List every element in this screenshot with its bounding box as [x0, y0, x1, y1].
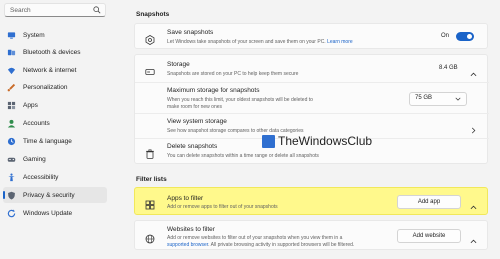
monitor-icon: [7, 31, 16, 40]
sidebar-item-label: Apps: [23, 101, 38, 109]
sidebar-item-label: Accessibility: [23, 173, 59, 181]
sidebar-item-windows-update[interactable]: Windows Update: [3, 205, 107, 221]
chevron-up-icon[interactable]: [470, 232, 477, 244]
max-storage-desc-1: When you reach this limit, your oldest s…: [167, 97, 313, 103]
supported-browser-link[interactable]: supported browser: [167, 242, 208, 248]
sidebar-item-bluetooth[interactable]: Bluetooth & devices: [3, 44, 107, 60]
divider: [135, 82, 489, 83]
websites-to-filter-desc-1: Add or remove websites to filter out of …: [167, 235, 343, 241]
watermark-text: TheWindowsClub: [278, 134, 373, 148]
storage-value: 8.4 GB: [439, 65, 458, 71]
search-input[interactable]: Search: [4, 3, 106, 17]
person-icon: [7, 119, 16, 128]
apps-to-filter-desc: Add or remove apps to filter out of your…: [167, 204, 278, 210]
sidebar-item-label: System: [23, 31, 45, 39]
sidebar: Search System Bluetooth & devices Networ…: [0, 0, 118, 259]
sidebar-item-label: Personalization: [23, 83, 68, 91]
bluetooth-icon: [7, 48, 16, 57]
view-system-storage-title[interactable]: View system storage: [167, 118, 227, 125]
max-storage-value: 75 GB: [415, 95, 433, 101]
globe-icon: [145, 231, 155, 244]
sidebar-item-privacy-security[interactable]: Privacy & security: [3, 187, 107, 203]
sidebar-item-label: Bluetooth & devices: [23, 48, 81, 56]
max-storage-desc-2: make room for new ones: [167, 104, 223, 110]
storage-icon: [145, 64, 155, 75]
sidebar-item-label: Windows Update: [23, 209, 73, 217]
accessibility-icon: [7, 173, 16, 182]
brush-icon: [7, 83, 16, 92]
delete-snapshots-desc: You can delete snapshots within a time r…: [167, 153, 319, 159]
storage-title: Storage: [167, 61, 190, 68]
sidebar-item-personalization[interactable]: Personalization: [3, 79, 107, 95]
sidebar-item-gaming[interactable]: Gaming: [3, 151, 107, 167]
main-content: Snapshots Save snapshots Let Windows tak…: [134, 0, 489, 259]
websites-to-filter-title: Websites to filter: [167, 226, 215, 233]
save-snapshots-toggle[interactable]: [456, 32, 474, 41]
websites-to-filter-desc-2: supported browser. All private browsing …: [167, 242, 355, 248]
chevron-right-icon[interactable]: [470, 121, 477, 134]
sidebar-item-apps[interactable]: Apps: [3, 97, 107, 113]
gamepad-icon: [7, 155, 16, 164]
snapshots-section-title: Snapshots: [136, 11, 170, 18]
websites-to-filter-card: Websites to filter Add or remove website…: [134, 220, 488, 250]
divider: [135, 113, 489, 114]
chevron-up-icon[interactable]: [470, 198, 477, 210]
sidebar-item-label: Time & language: [23, 137, 72, 145]
shield-icon: [7, 191, 16, 200]
search-placeholder: Search: [10, 7, 31, 14]
add-app-button[interactable]: Add app: [397, 195, 461, 209]
wifi-icon: [7, 66, 16, 75]
apps-to-filter-card: Apps to filter Add or remove apps to fil…: [134, 187, 488, 215]
delete-snapshots-title: Delete snapshots: [167, 143, 218, 150]
trash-icon: [145, 146, 155, 159]
sidebar-item-label: Accounts: [23, 119, 50, 127]
apps-to-filter-title: Apps to filter: [167, 195, 204, 202]
sidebar-item-accessibility[interactable]: Accessibility: [3, 169, 107, 185]
sidebar-item-system[interactable]: System: [3, 27, 107, 43]
toggle-label: On: [441, 33, 450, 39]
thewindowsclub-logo-icon: [262, 134, 275, 148]
globe-clock-icon: [7, 137, 16, 146]
save-snapshots-desc: Let Windows take snapshots of your scree…: [167, 39, 353, 45]
sync-icon: [7, 209, 16, 218]
apps-icon: [145, 197, 155, 210]
save-snapshots-card: Save snapshots Let Windows take snapshot…: [134, 23, 488, 49]
chevron-up-icon[interactable]: [470, 65, 477, 77]
add-website-button[interactable]: Add website: [397, 229, 461, 243]
filter-lists-section-title: Filter lists: [136, 176, 167, 183]
apps-icon: [7, 101, 16, 110]
sidebar-item-accounts[interactable]: Accounts: [3, 115, 107, 131]
watermark: TheWindowsClub: [262, 134, 372, 148]
sidebar-item-label: Gaming: [23, 155, 46, 163]
snapshot-icon: [145, 32, 155, 45]
storage-desc: Snapshots are stored on your PC to help …: [167, 71, 299, 77]
save-snapshots-title: Save snapshots: [167, 29, 214, 36]
search-icon: [93, 6, 101, 16]
max-storage-title: Maximum storage for snapshots: [167, 87, 260, 94]
learn-more-link[interactable]: Learn more: [327, 39, 353, 45]
chevron-down-icon: [455, 96, 461, 104]
sidebar-item-time-language[interactable]: Time & language: [3, 133, 107, 149]
sidebar-item-network[interactable]: Network & internet: [3, 62, 107, 78]
sidebar-item-label: Network & internet: [23, 66, 77, 74]
max-storage-select[interactable]: 75 GB: [409, 92, 467, 106]
sidebar-item-label: Privacy & security: [23, 191, 75, 199]
